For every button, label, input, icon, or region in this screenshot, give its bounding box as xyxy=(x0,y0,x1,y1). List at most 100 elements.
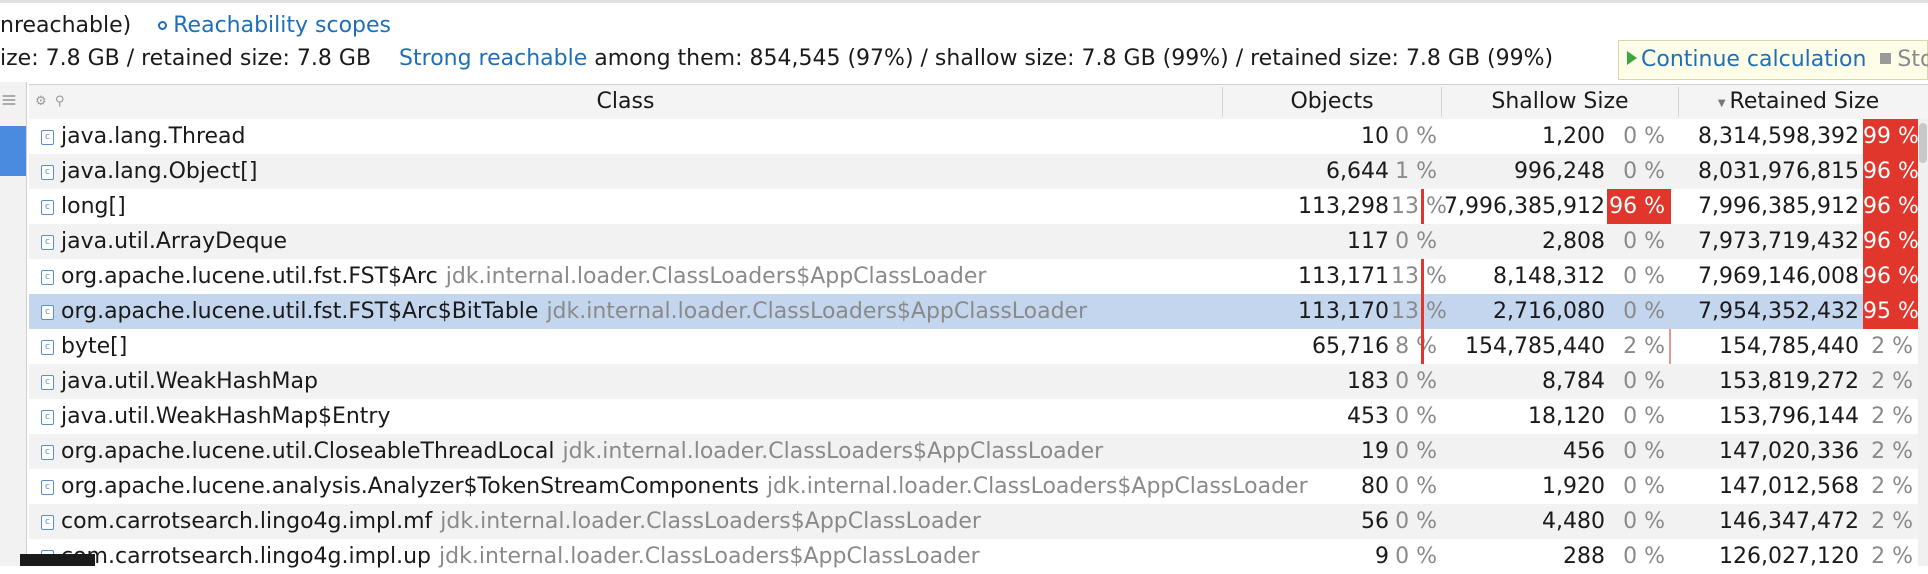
class-name-cell: org.apache.lucene.analysis.Analyzer$Toke… xyxy=(61,469,1308,504)
objects-percent-bar xyxy=(1421,259,1424,294)
objects-count: 6,644 xyxy=(1326,159,1389,184)
objects-count: 117 xyxy=(1347,229,1389,254)
shallow-size: 1,920 xyxy=(1542,474,1605,499)
table-row[interactable]: c long[] 113,298 13 % 7,996,385,912 96 % 7,996… xyxy=(29,189,1928,224)
table-row[interactable]: c com.carrotsearch.lingo4g.impl.mf jdk.int… xyxy=(29,504,1928,539)
retained-percent: 2 % xyxy=(1871,544,1913,569)
continue-calculation-button[interactable]: Continue calculation xyxy=(1627,47,1866,72)
retained-size: 7,973,719,432 xyxy=(1698,229,1859,254)
class-icon: c xyxy=(41,445,54,460)
stop-button[interactable]: Stop xyxy=(1866,47,1928,72)
class-name: org.apache.lucene.util.fst.FST$Arc xyxy=(61,264,438,289)
vertical-scrollbar[interactable] xyxy=(1918,119,1928,566)
class-name: java.lang.Thread xyxy=(61,124,246,149)
class-name-cell: org.apache.lucene.util.fst.FST$Arc jdk.in… xyxy=(61,259,986,294)
objects-percent: 0 % xyxy=(1395,544,1437,569)
class-name: org.apache.lucene.util.CloseableThreadLo… xyxy=(61,439,555,464)
objects-percent: 0 % xyxy=(1395,229,1437,254)
reachability-summary-text: nreachable) xyxy=(0,13,132,38)
gutter-selected-tab[interactable] xyxy=(0,126,26,176)
class-name: java.util.WeakHashMap$Entry xyxy=(61,404,391,429)
shallow-size: 154,785,440 xyxy=(1465,334,1605,359)
retained-percent: 2 % xyxy=(1871,404,1913,429)
objects-percent-bar xyxy=(1421,329,1424,364)
column-header-class[interactable]: Class xyxy=(29,85,1222,119)
objects-percent: 13 % xyxy=(1391,299,1447,324)
shallow-percent: 0 % xyxy=(1623,544,1665,569)
retained-size: 7,954,352,432 xyxy=(1698,299,1859,324)
objects-percent: 8 % xyxy=(1395,334,1437,359)
table-row[interactable]: c java.util.WeakHashMap 183 0 % 8,784 0 % 153,… xyxy=(29,364,1928,399)
objects-count: 19 xyxy=(1361,439,1389,464)
column-header-retained-size[interactable]: ▼ Retained Size xyxy=(1679,85,1918,119)
class-name: org.apache.lucene.analysis.Analyzer$Toke… xyxy=(61,474,759,499)
class-icon: c xyxy=(41,480,54,495)
reachability-scopes-link[interactable]: Reachability scopes xyxy=(158,13,391,38)
class-name-cell: java.lang.Object[] xyxy=(61,154,257,189)
class-name: com.carrotsearch.lingo4g.impl.mf xyxy=(61,509,433,534)
class-icon: c xyxy=(41,305,54,320)
class-name: java.util.ArrayDeque xyxy=(61,229,288,254)
table-row[interactable]: c java.util.WeakHashMap$Entry 453 0 % 18,120… xyxy=(29,399,1928,434)
objects-count: 9 xyxy=(1375,544,1389,569)
table-row[interactable]: c org.apache.lucene.util.CloseableThreadL… xyxy=(29,434,1928,469)
retained-size: 147,012,568 xyxy=(1719,474,1859,499)
class-name-cell: java.util.WeakHashMap xyxy=(61,364,318,399)
class-name-cell: java.util.ArrayDeque xyxy=(61,224,287,259)
class-icon: c xyxy=(41,375,54,390)
class-icon: c xyxy=(41,515,54,530)
shallow-size: 4,480 xyxy=(1542,509,1605,534)
table-row[interactable]: c java.util.ArrayDeque 117 0 % 2,808 0 % 7,973… xyxy=(29,224,1928,259)
reachability-scopes-label: Reachability scopes xyxy=(173,13,392,38)
objects-percent-bar xyxy=(1421,294,1424,329)
table-row[interactable]: c java.lang.Object[] 6,644 1 % 996,248 0 % 8,0… xyxy=(29,154,1928,189)
shallow-percent: 0 % xyxy=(1623,439,1665,464)
column-header-objects[interactable]: Objects xyxy=(1223,85,1441,119)
table-row[interactable]: c byte[] 65,716 8 % 154,785,440 2 % 154,785,44… xyxy=(29,329,1928,364)
size-summary-text: ize: 7.8 GB / retained size: 7.8 GB xyxy=(0,46,372,71)
column-header-shallow-size[interactable]: Shallow Size xyxy=(1442,85,1678,119)
retained-size: 154,785,440 xyxy=(1719,334,1859,359)
sort-descending-icon: ▼ xyxy=(1717,98,1726,109)
retained-percent: 2 % xyxy=(1871,439,1913,464)
class-name: org.apache.lucene.util.fst.FST$Arc$BitTa… xyxy=(61,299,539,324)
objects-count: 65,716 xyxy=(1312,334,1389,359)
scrollbar-thumb[interactable] xyxy=(1919,123,1927,163)
objects-percent: 0 % xyxy=(1395,124,1437,149)
top-border xyxy=(0,0,1928,3)
table-row[interactable]: c org.apache.lucene.util.fst.FST$Arc$BitT… xyxy=(29,294,1928,329)
class-name-cell: com.carrotsearch.lingo4g.impl.up jdk.inte… xyxy=(61,539,980,574)
table-row[interactable]: c java.lang.Thread 10 0 % 1,200 0 % 8,314,598,… xyxy=(29,119,1928,154)
objects-count: 10 xyxy=(1361,124,1389,149)
menu-icon[interactable]: — — — xyxy=(2,89,16,111)
stop-icon xyxy=(1880,53,1892,64)
objects-percent: 1 % xyxy=(1395,159,1437,184)
table-row[interactable]: ccom.carrotsearch.lingo4g.impl.upjdk.int… xyxy=(29,539,1928,574)
table-row[interactable]: c org.apache.lucene.util.fst.FST$Arc jdk.i… xyxy=(29,259,1928,294)
shallow-size: 8,148,312 xyxy=(1493,264,1605,289)
shallow-percent: 96 % xyxy=(1607,189,1671,224)
objects-count: 113,171 xyxy=(1298,264,1389,289)
class-loader: jdk.internal.loader.ClassLoaders$AppClas… xyxy=(440,509,981,534)
retained-percent: 96 % xyxy=(1863,189,1919,224)
shallow-size: 18,120 xyxy=(1528,404,1605,429)
stop-label: Stop xyxy=(1897,47,1928,72)
objects-percent: 0 % xyxy=(1395,509,1437,534)
retained-percent: 2 % xyxy=(1871,369,1913,394)
objects-count: 113,298 xyxy=(1298,194,1389,219)
objects-count: 113,170 xyxy=(1298,299,1389,324)
left-tool-gutter: — — — xyxy=(0,82,27,566)
shallow-percent: 0 % xyxy=(1623,509,1665,534)
class-name-cell: java.lang.Thread xyxy=(61,119,246,154)
retained-size: 7,969,146,008 xyxy=(1698,264,1859,289)
shallow-size: 996,248 xyxy=(1514,159,1605,184)
shallow-size: 1,200 xyxy=(1542,124,1605,149)
class-name-cell: com.carrotsearch.lingo4g.impl.mf jdk.inte… xyxy=(61,504,981,539)
table-row[interactable]: c org.apache.lucene.analysis.Analyzer$Tok… xyxy=(29,469,1928,504)
summary-line-1: nreachable) Reachability scopes xyxy=(0,10,391,42)
class-icon: c xyxy=(41,165,54,180)
class-loader: jdk.internal.loader.ClassLoaders$AppClas… xyxy=(439,544,980,569)
strong-reachable-link[interactable]: Strong reachable xyxy=(399,46,587,71)
class-icon: c xyxy=(41,200,54,215)
class-name: java.util.WeakHashMap xyxy=(61,369,318,394)
